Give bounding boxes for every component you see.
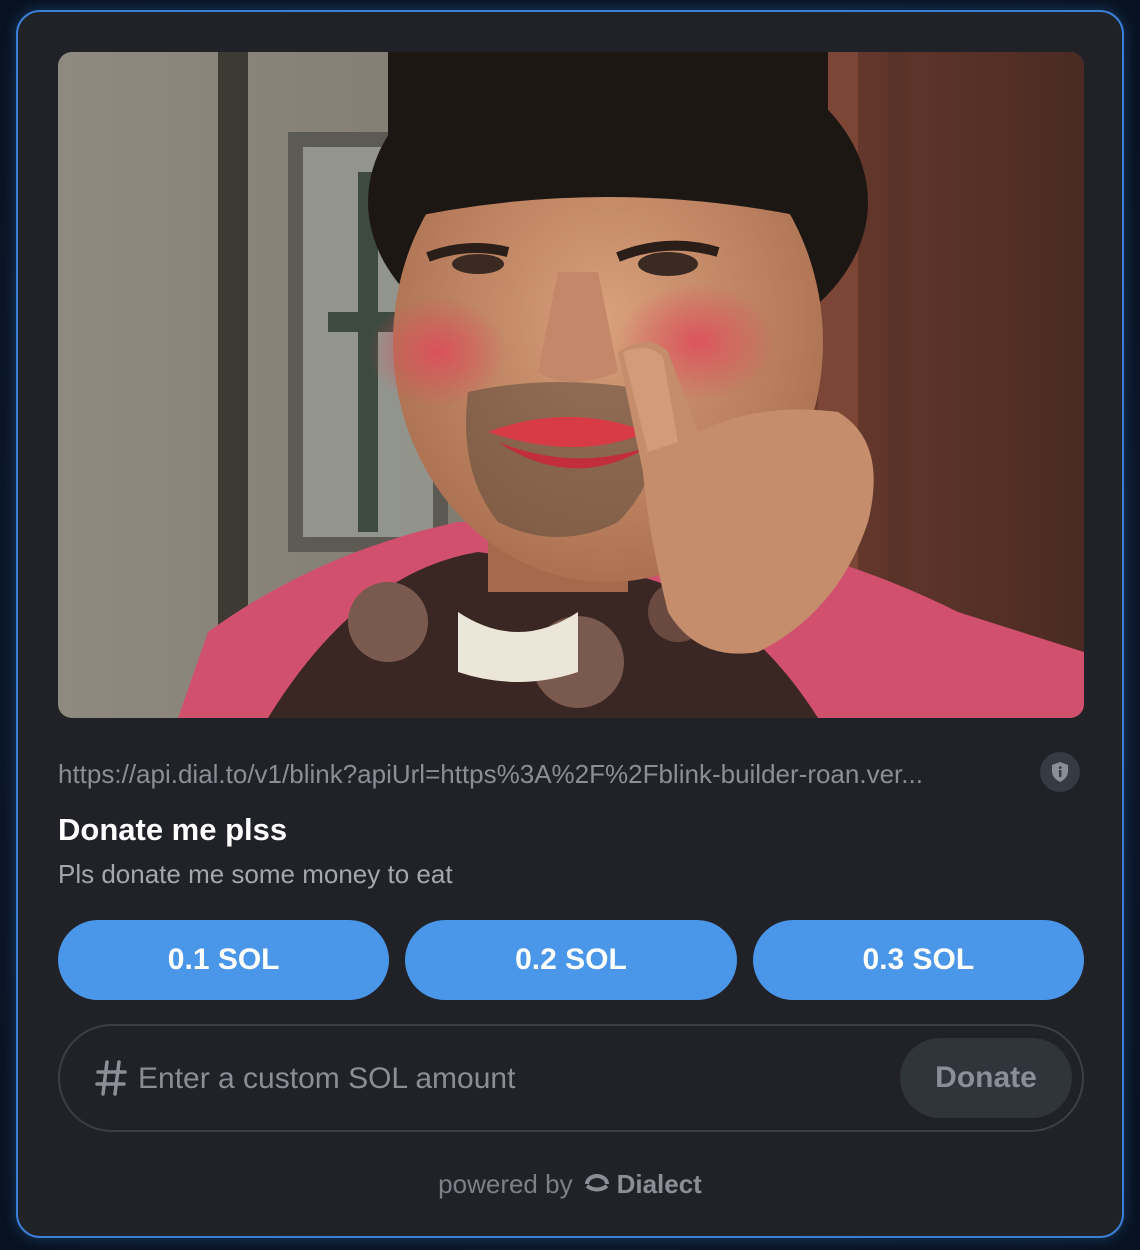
dialect-logo-icon <box>584 1174 609 1192</box>
powered-by-label: powered by <box>438 1168 573 1199</box>
custom-amount-input[interactable] <box>136 1052 880 1106</box>
action-image-illustration <box>58 52 1084 718</box>
custom-amount-form: Donate <box>58 1024 1084 1132</box>
dialect-brand-name: Dialect <box>616 1168 702 1199</box>
blink-card: https://api.dial.to/v1/blink?apiUrl=http… <box>16 10 1124 1238</box>
action-url[interactable]: https://api.dial.to/v1/blink?apiUrl=http… <box>58 758 1028 790</box>
dialect-brand-link[interactable]: Dialect <box>583 1169 702 1200</box>
donate-0-2-sol-button[interactable]: 0.2 SOL <box>405 920 737 1000</box>
url-row: https://api.dial.to/v1/blink?apiUrl=http… <box>58 752 1084 796</box>
action-image <box>58 52 1084 718</box>
action-title: Donate me plss <box>58 812 288 847</box>
donate-0-1-sol-button[interactable]: 0.1 SOL <box>58 920 390 1000</box>
action-description: Pls donate me some money to eat <box>58 859 453 889</box>
page-background: https://api.dial.to/v1/blink?apiUrl=http… <box>0 0 1140 1250</box>
amount-button-group: 0.1 SOL 0.2 SOL 0.3 SOL <box>58 920 1084 1000</box>
hash-icon <box>95 1060 127 1096</box>
powered-by-footer: powered by Dialect <box>18 1164 1122 1204</box>
shield-info-icon[interactable] <box>1040 752 1080 792</box>
donate-button[interactable]: Donate <box>900 1038 1072 1118</box>
donate-0-3-sol-button[interactable]: 0.3 SOL <box>752 920 1084 1000</box>
